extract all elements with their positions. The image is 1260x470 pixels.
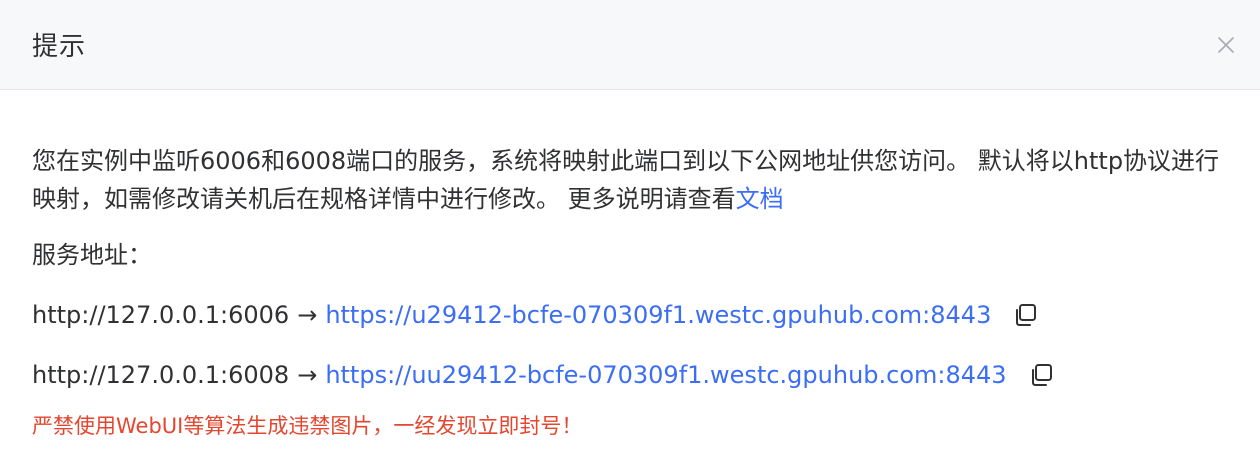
close-button[interactable] [1206,25,1246,65]
arrow: → [297,301,318,329]
service-address-dialog: 提示 您在实例中监听6006和6008端口的服务，系统将映射此端口到以下公网地址… [0,0,1260,470]
mapping-row: http://127.0.0.1:6006 → https://u29412-b… [32,296,1228,334]
description-body: 您在实例中监听6006和6008端口的服务，系统将映射此端口到以下公网地址供您访… [32,147,1220,213]
local-address: http://127.0.0.1:6008 [32,361,290,389]
description-text: 您在实例中监听6006和6008端口的服务，系统将映射此端口到以下公网地址供您访… [32,142,1242,218]
mapping-row: http://127.0.0.1:6008 → https://uu29412-… [32,356,1228,394]
copy-icon [1016,304,1037,326]
warning-text: 严禁使用WebUI等算法生成违禁图片，一经发现立即封号！ [32,414,583,438]
close-icon [1218,36,1234,53]
local-address: http://127.0.0.1:6006 [32,301,290,329]
dialog-body: 您在实例中监听6006和6008端口的服务，系统将映射此端口到以下公网地址供您访… [0,142,1260,442]
copy-button[interactable] [1011,301,1039,329]
dialog-header: 提示 [0,0,1260,90]
public-address-link[interactable]: https://uu29412-bcfe-070309f1.westc.gpuh… [325,356,1006,394]
public-address-link[interactable]: https://u29412-bcfe-070309f1.westc.gpuhu… [325,296,991,334]
service-address-label: 服务地址： [32,241,152,269]
copy-icon [1031,364,1052,386]
copy-button[interactable] [1027,361,1055,389]
doc-link[interactable]: 文档 [736,185,784,213]
dialog-title: 提示 [32,32,87,62]
arrow: → [297,361,318,389]
